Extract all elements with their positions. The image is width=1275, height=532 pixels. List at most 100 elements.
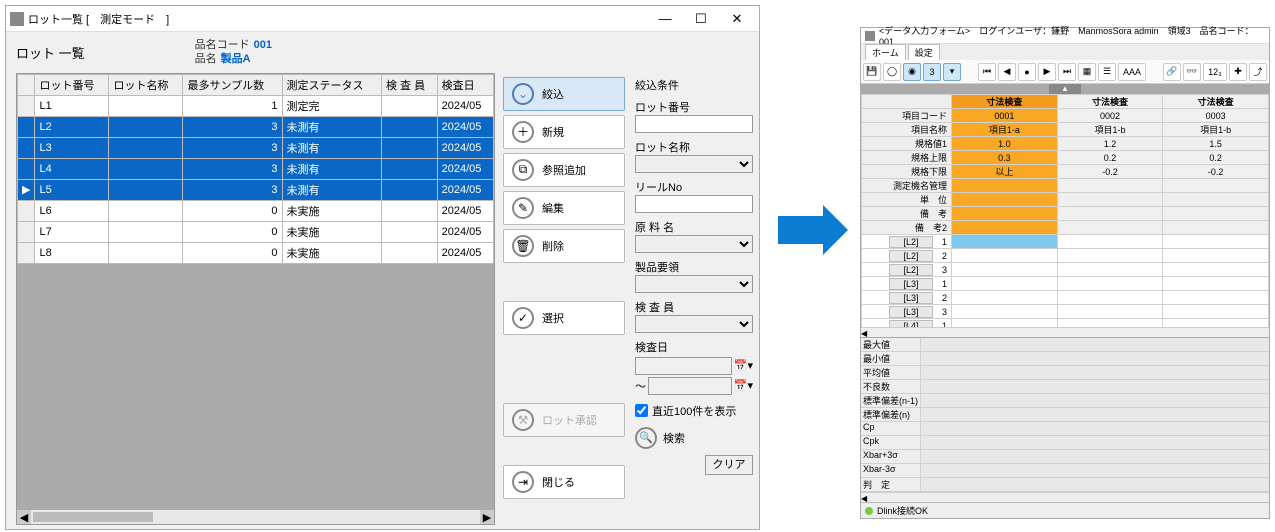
header-bar: ▲ bbox=[861, 84, 1269, 94]
col-header[interactable]: 最多サンプル数 bbox=[183, 74, 282, 95]
filter-button[interactable]: ⌄絞込 bbox=[503, 77, 625, 111]
refadd-button[interactable]: ⧉参照追加 bbox=[503, 153, 625, 187]
glasses-icon[interactable]: 👓 bbox=[1183, 63, 1201, 81]
col-header[interactable]: 寸法検査 bbox=[1163, 95, 1269, 109]
col-header[interactable]: 寸法検査 bbox=[1057, 95, 1163, 109]
lot-row[interactable]: [L2] 3 bbox=[862, 263, 1269, 277]
count-input[interactable]: 3 bbox=[923, 63, 941, 81]
check-icon: ✓ bbox=[512, 307, 534, 329]
status-text: Dlink接続OK bbox=[877, 504, 928, 517]
tab-settings[interactable]: 設定 bbox=[908, 44, 940, 60]
reel-input[interactable] bbox=[635, 195, 753, 213]
recent-checkbox[interactable] bbox=[635, 404, 648, 417]
nav-last-icon[interactable]: ⏭ bbox=[1058, 63, 1076, 81]
nav-first-icon[interactable]: ⏮ bbox=[978, 63, 996, 81]
chevron-down-icon: ⌄ bbox=[512, 83, 534, 105]
lot-row[interactable]: [L3] 1 bbox=[862, 277, 1269, 291]
calendar-icon[interactable]: 📅▾ bbox=[734, 359, 753, 372]
plus-icon: ＋ bbox=[512, 121, 534, 143]
table-row[interactable]: L80未実施2024/05 bbox=[18, 242, 494, 263]
table-row[interactable]: L43未測有2024/05 bbox=[18, 158, 494, 179]
link-icon[interactable]: 🔗 bbox=[1163, 63, 1181, 81]
calendar-icon[interactable]: 📅▾ bbox=[734, 379, 753, 392]
plus-icon[interactable]: ✚ bbox=[1229, 63, 1247, 81]
stat-row: 最小値 bbox=[861, 352, 1269, 366]
nav-next-icon[interactable]: ▶ bbox=[1038, 63, 1056, 81]
stat-row: 最大値 bbox=[861, 338, 1269, 352]
aaa-label[interactable]: AAA bbox=[1118, 63, 1146, 81]
hscroll2[interactable]: ◀ bbox=[861, 327, 1269, 337]
table-row[interactable]: L23未測有2024/05 bbox=[18, 116, 494, 137]
close-button[interactable]: ✕ bbox=[719, 8, 755, 30]
minimize-button[interactable]: — bbox=[647, 8, 683, 30]
product-select[interactable] bbox=[635, 275, 753, 293]
window-title: ロット一覧 [ 測定モード ] bbox=[28, 11, 647, 27]
toolbar: 💾 ◯ ◉ 3 ▾ ⏮ ◀ ● ▶ ⏭ ▦ ☰ AAA 🔗 👓 12₃ ✚ ⤴ bbox=[861, 60, 1269, 84]
lot-name-select[interactable] bbox=[635, 155, 753, 173]
table-row[interactable]: L11測定完2024/05 bbox=[18, 95, 494, 116]
list-icon[interactable]: ☰ bbox=[1098, 63, 1116, 81]
nav-prev-icon[interactable]: ◀ bbox=[998, 63, 1016, 81]
stat-row: 標準偏差(n) bbox=[861, 408, 1269, 422]
titlebar: <データ入力フォーム> ログインユーザ：鎌野 ManmosSora admin … bbox=[861, 28, 1269, 44]
col-header[interactable]: 測定ステータス bbox=[282, 74, 381, 95]
stat-row: 不良数 bbox=[861, 380, 1269, 394]
select-button[interactable]: ✓選択 bbox=[503, 301, 625, 335]
table-row[interactable]: ▶L53未測有2024/05 bbox=[18, 179, 494, 200]
copy-icon: ⧉ bbox=[512, 159, 534, 181]
lot-row[interactable]: [L2] 1 bbox=[862, 235, 1269, 249]
col-header[interactable]: 検 査 員 bbox=[381, 74, 437, 95]
table-row: 規格下限以上-0.2-0.2 bbox=[862, 165, 1269, 179]
lot-row[interactable]: [L3] 2 bbox=[862, 291, 1269, 305]
lot-row[interactable]: [L2] 2 bbox=[862, 249, 1269, 263]
stat-row: 標準偏差(n-1) bbox=[861, 394, 1269, 408]
target-icon[interactable]: ◉ bbox=[903, 63, 921, 81]
col-header[interactable]: 検査日 bbox=[437, 74, 493, 95]
col-header[interactable]: ロット名称 bbox=[109, 74, 183, 95]
date-from-input[interactable] bbox=[635, 357, 732, 375]
save-icon[interactable]: 💾 bbox=[863, 63, 881, 81]
stat-row: Xbar+3σ bbox=[861, 450, 1269, 464]
stat-row: Cpk bbox=[861, 436, 1269, 450]
titlebar: ロット一覧 [ 測定モード ] — ☐ ✕ bbox=[6, 6, 759, 32]
table-row: 規格値11.01.21.5 bbox=[862, 137, 1269, 151]
table-row[interactable]: L70未実施2024/05 bbox=[18, 221, 494, 242]
lot-no-input[interactable] bbox=[635, 115, 753, 133]
search-button[interactable]: 検索 bbox=[663, 430, 685, 446]
date-label: 検査日 bbox=[635, 339, 753, 355]
exit-icon: ⇥ bbox=[512, 471, 534, 493]
search-icon: 🔍 bbox=[635, 427, 657, 449]
tab-home[interactable]: ホーム bbox=[865, 44, 906, 60]
code-value: 001 bbox=[254, 39, 272, 51]
num-icon[interactable]: 12₃ bbox=[1203, 63, 1227, 81]
new-button[interactable]: ＋新規 bbox=[503, 115, 625, 149]
lot-row[interactable]: [L4] 1 bbox=[862, 319, 1269, 328]
col-header[interactable]: ロット番号 bbox=[35, 74, 109, 95]
edit-button[interactable]: ✎編集 bbox=[503, 191, 625, 225]
lot-row[interactable]: [L3] 3 bbox=[862, 305, 1269, 319]
list-title: ロット 一覧 bbox=[16, 43, 85, 62]
lot-grid[interactable]: ロット番号ロット名称最多サンプル数測定ステータス検 査 員検査日L11測定完20… bbox=[16, 73, 495, 525]
maximize-button[interactable]: ☐ bbox=[683, 8, 719, 30]
clear-button[interactable]: クリア bbox=[705, 455, 753, 475]
export-icon[interactable]: ⤴ bbox=[1249, 63, 1267, 81]
table-row: 規格上限0.30.20.2 bbox=[862, 151, 1269, 165]
hscroll3[interactable]: ◀ bbox=[861, 492, 1269, 502]
stat-row: 判 定 bbox=[861, 478, 1269, 492]
delete-button[interactable]: 🗑削除 bbox=[503, 229, 625, 263]
inspector-select[interactable] bbox=[635, 315, 753, 333]
data-grid[interactable]: 寸法検査寸法検査寸法検査項目コード000100020003項目名称項目1-a項目… bbox=[861, 94, 1269, 327]
hscrollbar[interactable]: ◀▶ bbox=[17, 510, 494, 524]
col-header[interactable]: 寸法検査 bbox=[952, 95, 1058, 109]
close-panel-button[interactable]: ⇥閉じる bbox=[503, 465, 625, 499]
table-row[interactable]: L60未実施2024/05 bbox=[18, 200, 494, 221]
grid-icon[interactable]: ▦ bbox=[1078, 63, 1096, 81]
refresh-icon[interactable]: ◯ bbox=[883, 63, 901, 81]
nav-cur-icon[interactable]: ● bbox=[1018, 63, 1036, 81]
date-to-input[interactable] bbox=[648, 377, 732, 395]
name-label: 品名 bbox=[195, 53, 217, 65]
table-row: 単 位 bbox=[862, 193, 1269, 207]
table-row[interactable]: L33未測有2024/05 bbox=[18, 137, 494, 158]
dropdown-icon[interactable]: ▾ bbox=[943, 63, 961, 81]
material-select[interactable] bbox=[635, 235, 753, 253]
